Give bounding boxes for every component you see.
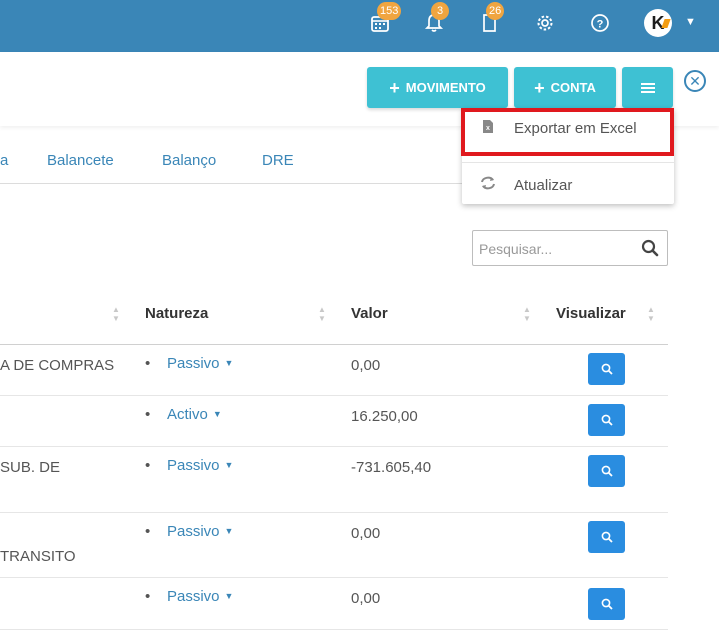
row-description: SUB. DE (0, 459, 61, 476)
tab-dre[interactable]: DRE (262, 152, 294, 169)
row-description: A DE COMPRAS (0, 357, 115, 374)
row-description: TRANSITO (0, 548, 76, 565)
search-input[interactable] (479, 238, 629, 260)
sort-icon[interactable]: ▲ ▼ (523, 305, 531, 323)
bullet: • (145, 523, 151, 540)
view-button[interactable] (588, 404, 625, 436)
dropdown-divider (462, 162, 674, 163)
column-natureza[interactable]: Natureza (145, 305, 208, 322)
top-navbar: 153 3 26 ? K ▼ (0, 0, 719, 52)
tab-balanco[interactable]: Balanço (162, 152, 216, 169)
calendar-icon[interactable]: 153 (367, 2, 402, 36)
table-row: A DE COMPRAS • Passivo ▼ 0,00 (0, 345, 668, 396)
view-button[interactable] (588, 588, 625, 620)
search-icon (601, 598, 613, 610)
gear-icon[interactable] (532, 10, 558, 36)
refresh-icon (462, 176, 514, 194)
natureza-value: Passivo (167, 588, 220, 605)
table-row: • Passivo ▼ 0,00 (0, 578, 668, 630)
sort-icon[interactable]: ▲ ▼ (647, 305, 655, 323)
table-header: ▲ ▼ Natureza ▲ ▼ Valor ▲ ▼ Visualizar ▲ ▼ (0, 290, 668, 345)
natureza-dropdown[interactable]: Passivo ▼ (167, 355, 233, 372)
search-icon (601, 363, 613, 375)
natureza-dropdown[interactable]: Passivo ▼ (167, 523, 233, 540)
help-icon-svg: ? (591, 14, 609, 32)
table-row: TRANSITO • Passivo ▼ 0,00 (0, 513, 668, 578)
help-icon[interactable]: ? (587, 10, 613, 36)
row-valor: 16.250,00 (351, 408, 418, 425)
add-movimento-button[interactable]: + MOVIMENTO (367, 67, 508, 108)
bell-badge: 3 (431, 2, 449, 20)
column-valor[interactable]: Valor (351, 305, 388, 322)
user-menu-chevron-down-icon[interactable]: ▼ (685, 16, 696, 28)
tab-partial[interactable]: a (0, 152, 8, 169)
table-row: • Activo ▼ 16.250,00 (0, 396, 668, 447)
sort-icon[interactable]: ▲ ▼ (112, 305, 120, 323)
refresh-item[interactable]: Atualizar (462, 165, 674, 205)
svg-text:?: ? (597, 19, 604, 31)
movimento-label: MOVIMENTO (405, 80, 486, 95)
search-box (472, 230, 668, 266)
highlight-box (461, 108, 674, 156)
menu-button[interactable] (622, 67, 673, 108)
caret-down-icon: ▼ (224, 460, 234, 470)
row-valor: 0,00 (351, 525, 381, 542)
refresh-label: Atualizar (514, 176, 573, 194)
natureza-value: Passivo (167, 355, 220, 372)
view-button[interactable] (588, 521, 625, 553)
document-badge: 26 (486, 2, 505, 20)
natureza-dropdown[interactable]: Passivo ▼ (167, 588, 233, 605)
tab-balancete[interactable]: Balancete (47, 152, 114, 169)
search-icon (601, 531, 613, 543)
document-icon[interactable]: 26 (476, 2, 505, 36)
user-avatar[interactable]: K (644, 9, 672, 37)
plus-icon: + (534, 77, 545, 98)
view-button[interactable] (588, 353, 625, 385)
conta-label: CONTA (550, 80, 596, 95)
bullet: • (145, 355, 151, 372)
row-valor: 0,00 (351, 357, 381, 374)
column-visualizar[interactable]: Visualizar (556, 305, 626, 322)
search-icon (601, 414, 613, 426)
add-conta-button[interactable]: + CONTA (514, 67, 616, 108)
plus-icon: + (389, 77, 400, 98)
caret-down-icon: ▼ (212, 409, 222, 419)
caret-down-icon: ▼ (224, 358, 234, 368)
row-valor: 0,00 (351, 590, 381, 607)
sort-icon[interactable]: ▲ ▼ (318, 305, 326, 323)
avatar-letter: K (651, 12, 665, 33)
bullet: • (145, 457, 151, 474)
caret-down-icon: ▼ (224, 591, 234, 601)
gear-icon-svg (537, 15, 553, 31)
natureza-dropdown[interactable]: Activo ▼ (167, 406, 222, 423)
caret-down-icon: ▼ (224, 526, 234, 536)
hamburger-icon (640, 82, 655, 93)
row-valor: -731.605,40 (351, 459, 432, 476)
table-row: SUB. DE • Passivo ▼ -731.605,40 (0, 447, 668, 513)
bullet: • (145, 406, 151, 423)
natureza-value: Passivo (167, 523, 220, 540)
view-button[interactable] (588, 455, 625, 487)
search-icon[interactable] (641, 239, 659, 257)
calendar-badge: 153 (377, 2, 402, 20)
natureza-value: Activo (167, 406, 208, 423)
bullet: • (145, 588, 151, 605)
close-icon[interactable]: ✕ (684, 70, 706, 92)
search-icon (601, 465, 613, 477)
natureza-dropdown[interactable]: Passivo ▼ (167, 457, 233, 474)
bell-icon[interactable]: 3 (421, 2, 449, 36)
natureza-value: Passivo (167, 457, 220, 474)
